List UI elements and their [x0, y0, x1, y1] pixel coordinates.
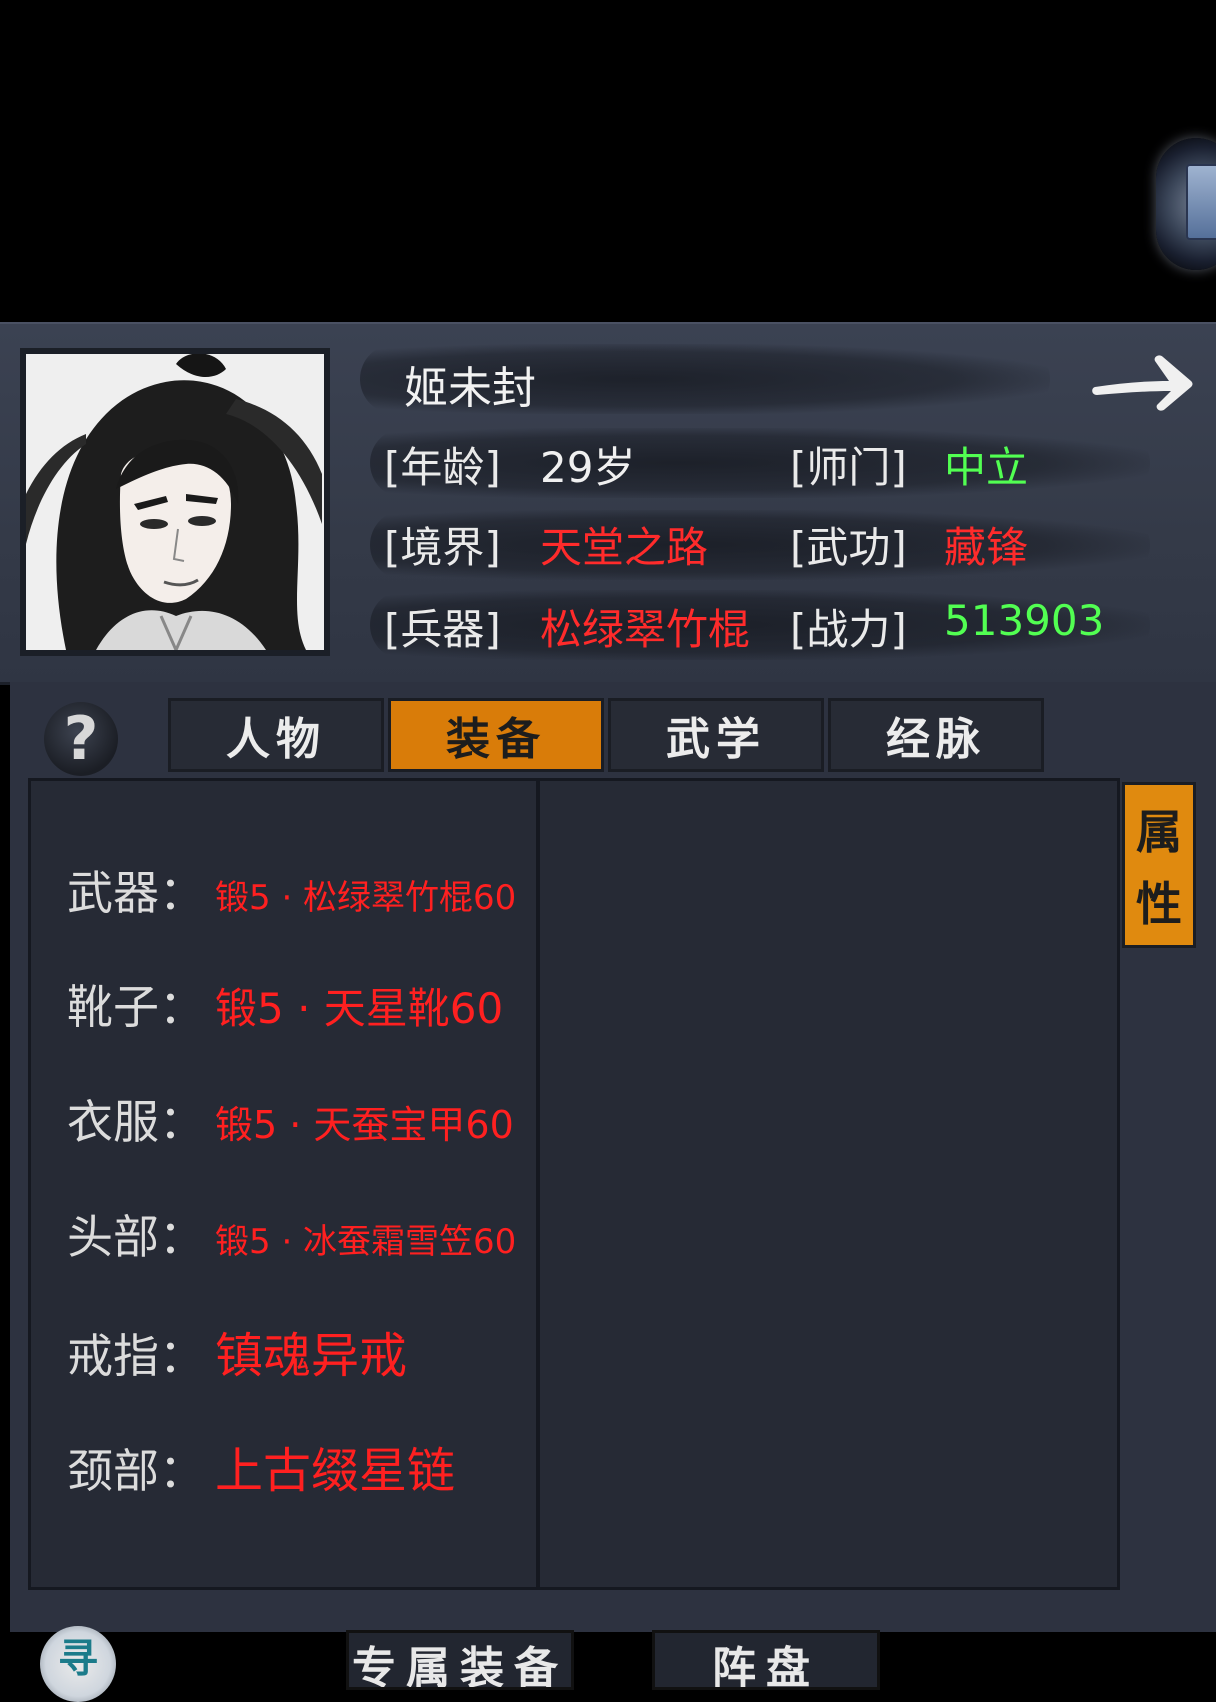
main-panel: ? 人物 装备 武学 经脉 武器： 锻5 · 松绿翠竹棍60 靴子： 锻5 · …: [10, 682, 1216, 1632]
equip-slot-clothes[interactable]: 衣服： 锻5 · 天蚕宝甲60: [67, 1086, 514, 1152]
slot-item: 锻5 · 松绿翠竹棍60: [215, 878, 517, 918]
equip-slot-neck[interactable]: 颈部： 上古缀星链: [67, 1431, 455, 1501]
school-label: [师门]: [790, 443, 907, 492]
slot-label: 戒指：: [67, 1329, 205, 1383]
search-badge-icon[interactable]: 寻: [40, 1626, 116, 1702]
question-icon[interactable]: ?: [44, 702, 118, 776]
attributes-side-tab[interactable]: 属 性: [1122, 782, 1196, 948]
slot-label: 武器：: [67, 866, 205, 920]
martial-label: [武功]: [790, 523, 907, 572]
slot-item: 锻5 · 冰蚕霜雪笠60: [215, 1222, 517, 1262]
martial-value: 藏锋: [944, 523, 1029, 572]
school-value: 中立: [944, 443, 1029, 492]
realm-label: [境界]: [384, 523, 501, 572]
tab-meridians[interactable]: 经脉: [828, 698, 1044, 772]
slot-label: 衣服：: [67, 1095, 205, 1149]
top-black-area: [0, 0, 1216, 322]
slot-label: 靴子：: [67, 980, 205, 1034]
realm-value: 天堂之路: [540, 523, 709, 572]
power-value: 513903: [944, 596, 1105, 645]
arrow-right-icon[interactable]: [1088, 342, 1198, 422]
slot-label: 颈部：: [67, 1444, 205, 1498]
equipment-content: 武器： 锻5 · 松绿翠竹棍60 靴子： 锻5 · 天星靴60 衣服： 锻5 ·…: [28, 778, 1120, 1590]
weapon-value: 松绿翠竹棍: [540, 605, 751, 654]
slot-item: 镇魂异戒: [215, 1328, 408, 1384]
slot-label: 头部：: [67, 1210, 205, 1264]
portrait-illustration: [26, 354, 324, 650]
exclusive-equipment-button[interactable]: 专属装备: [346, 1630, 574, 1690]
equip-slot-head[interactable]: 头部： 锻5 · 冰蚕霜雪笠60: [67, 1201, 516, 1267]
character-name: 姬未封: [404, 363, 536, 414]
age-label: [年龄]: [384, 443, 501, 492]
slot-item: 上古缀星链: [215, 1443, 456, 1499]
slot-item: 锻5 · 天星靴60: [215, 984, 504, 1033]
weapon-label: [兵器]: [384, 605, 501, 654]
scroll-icon[interactable]: [1156, 138, 1216, 270]
content-divider: [536, 781, 540, 1587]
power-label: [战力]: [790, 605, 907, 654]
equip-slot-boots[interactable]: 靴子： 锻5 · 天星靴60: [67, 971, 503, 1037]
portrait-frame: [20, 348, 330, 656]
tab-bar: 人物 装备 武学 经脉: [168, 698, 1048, 772]
tab-character[interactable]: 人物: [168, 698, 384, 772]
bottom-bar: 寻 专属装备 阵盘: [0, 1626, 1216, 1702]
age-value: 29岁: [540, 443, 636, 492]
character-header: 姬未封 [年龄] 29岁 [师门] 中立 [境界] 天堂之路 [武功] 藏锋 […: [0, 322, 1216, 685]
tab-equipment[interactable]: 装备: [388, 698, 604, 772]
side-tab-char1: 属: [1136, 805, 1182, 859]
slot-item: 锻5 · 天蚕宝甲60: [215, 1103, 514, 1147]
side-tab-char2: 性: [1136, 877, 1182, 931]
equip-slot-weapon[interactable]: 武器： 锻5 · 松绿翠竹棍60: [67, 857, 516, 923]
formation-button[interactable]: 阵盘: [652, 1630, 880, 1690]
equip-slot-ring[interactable]: 戒指： 镇魂异戒: [67, 1316, 407, 1386]
tab-martial-arts[interactable]: 武学: [608, 698, 824, 772]
character-portrait: [26, 354, 324, 650]
